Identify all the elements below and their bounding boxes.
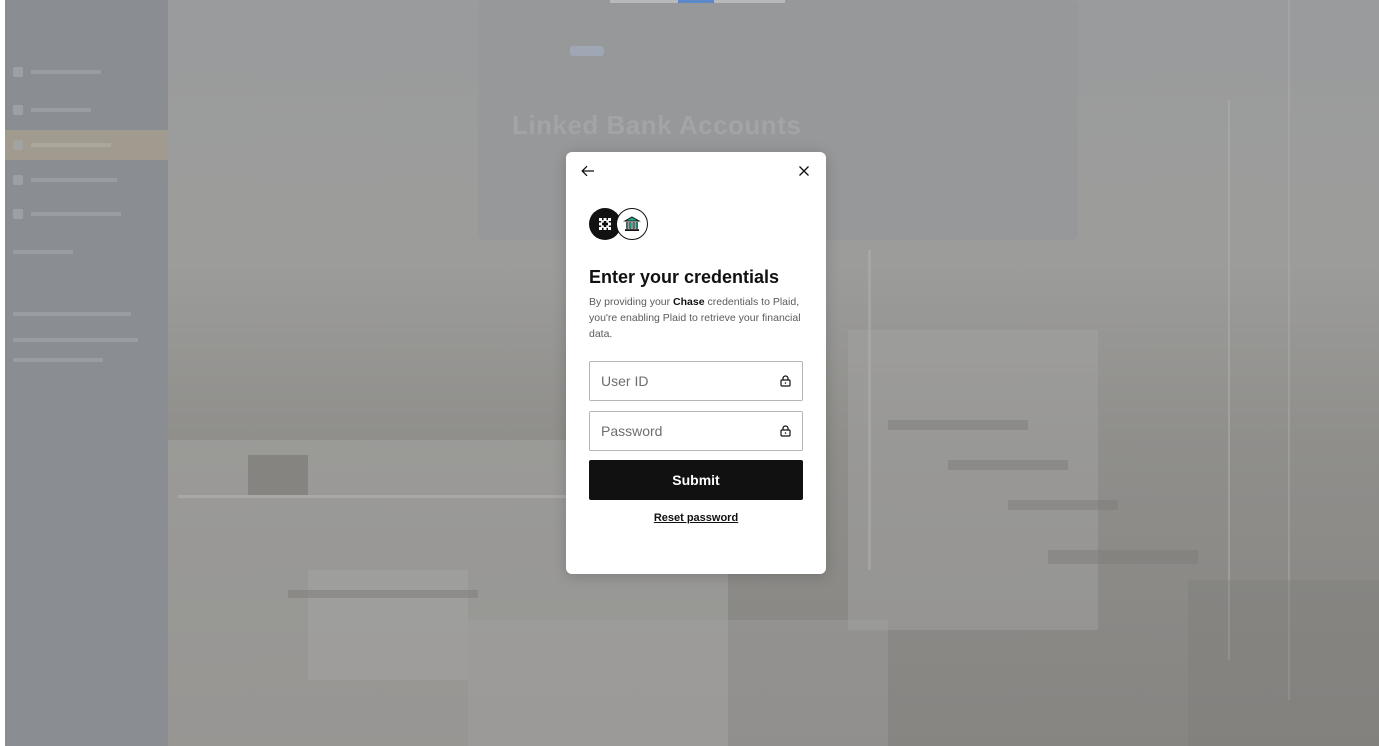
- background-top-bar-accent: [678, 0, 714, 3]
- credentials-modal: Enter your credentials By providing your…: [566, 152, 826, 574]
- user-id-field[interactable]: [589, 361, 803, 401]
- user-id-input[interactable]: [601, 373, 761, 389]
- password-field[interactable]: [589, 411, 803, 451]
- password-input[interactable]: [601, 423, 761, 439]
- close-icon: [799, 166, 809, 176]
- lock-icon: [780, 425, 791, 437]
- modal-title: Enter your credentials: [589, 267, 780, 287]
- sidebar-item: [13, 244, 73, 260]
- modal-description: By providing your Chase credentials to P…: [589, 296, 801, 340]
- sidebar: [5, 0, 168, 746]
- sidebar-item: [13, 137, 111, 153]
- sidebar-item: [13, 306, 131, 322]
- reset-password-link[interactable]: Reset password: [566, 512, 826, 524]
- close-button[interactable]: [794, 161, 814, 181]
- lock-icon: [780, 375, 791, 387]
- arrow-left-icon: [581, 165, 594, 177]
- submit-button[interactable]: Submit: [589, 460, 803, 500]
- sidebar-item: [13, 172, 117, 188]
- sidebar-item: [13, 102, 91, 118]
- sidebar-item: [13, 332, 138, 348]
- sidebar-item: [13, 206, 121, 222]
- background-brand-logo: [570, 46, 604, 56]
- sidebar-item: [13, 64, 101, 80]
- sidebar-item: [13, 352, 103, 368]
- institution-name: Chase: [673, 296, 705, 308]
- bank-building-icon: [616, 208, 648, 240]
- logo-group: [589, 208, 649, 240]
- back-button[interactable]: [578, 161, 598, 181]
- background-page-heading: Linked Bank Accounts: [512, 110, 802, 140]
